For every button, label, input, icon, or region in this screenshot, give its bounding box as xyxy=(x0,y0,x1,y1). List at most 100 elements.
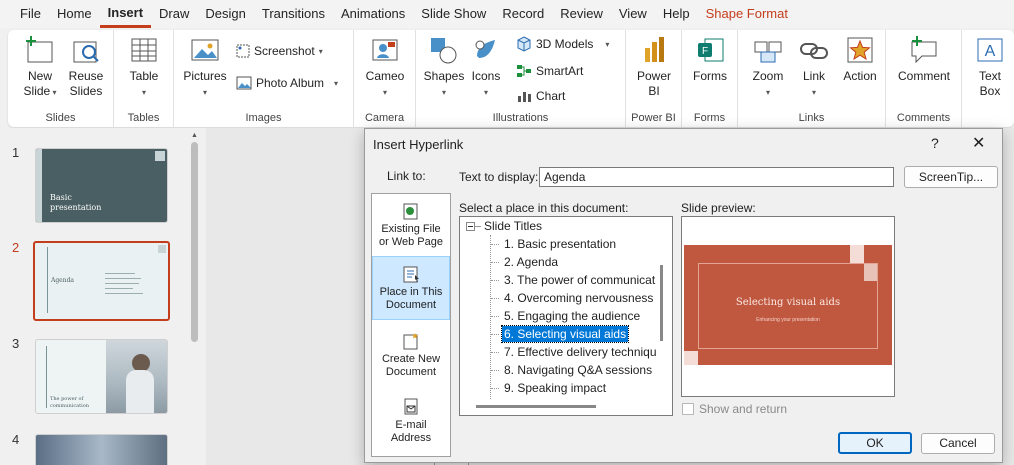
shapes-button[interactable]: Shapes ▾ xyxy=(422,34,466,100)
smartart-button[interactable]: SmartArt xyxy=(516,63,583,79)
forms-button[interactable]: F Forms xyxy=(688,34,732,84)
reuse-slides-button[interactable]: Reuse Slides xyxy=(64,34,108,99)
thumbnail-scrollbar[interactable]: ▲ xyxy=(191,132,198,465)
photo-album-button[interactable]: Photo Album ▾ xyxy=(236,76,338,90)
text-box-button[interactable]: A Text Box xyxy=(968,34,1012,99)
slide-thumbnail-pane: 1 Basic presentation 2 Agenda 3 The powe… xyxy=(0,128,206,465)
text-to-display-input[interactable]: Agenda xyxy=(539,167,894,187)
link-to-label: Link to: xyxy=(387,169,426,183)
tree-hscrollbar-thumb[interactable] xyxy=(476,405,596,408)
power-bi-button[interactable]: Power BI xyxy=(632,34,676,99)
slide-thumbnail-1[interactable]: Basic presentation xyxy=(35,148,168,223)
menu-insert[interactable]: Insert xyxy=(99,0,152,28)
icons-icon xyxy=(475,40,495,58)
menu-home[interactable]: Home xyxy=(49,0,100,28)
tree-scrollbar-thumb[interactable] xyxy=(660,265,663,341)
ribbon: New Slide ▾ Reuse Slides Slides Table ▾ T… xyxy=(8,30,1014,127)
link-email-address[interactable]: E-mail Address xyxy=(372,398,450,452)
thumb-3-photo xyxy=(106,340,167,413)
menu-design[interactable]: Design xyxy=(197,0,253,28)
tree-slide-item[interactable]: 2. Agenda xyxy=(502,254,560,270)
screenshot-icon xyxy=(236,44,250,58)
thumb-number-2: 2 xyxy=(12,240,20,255)
menu-view[interactable]: View xyxy=(611,0,655,28)
pictures-button[interactable]: Pictures ▾ xyxy=(180,34,230,100)
menu-shape-format[interactable]: Shape Format xyxy=(698,0,796,28)
menu-animations[interactable]: Animations xyxy=(333,0,413,28)
group-label-tables: Tables xyxy=(127,112,160,124)
slide-thumbnail-2[interactable]: Agenda xyxy=(33,241,170,321)
photo-album-icon xyxy=(236,76,252,90)
zoom-button[interactable]: Zoom ▾ xyxy=(746,34,790,100)
cameo-button[interactable]: Cameo ▾ xyxy=(362,34,408,100)
tree-slide-item[interactable]: 4. Overcoming nervousness xyxy=(502,290,655,306)
tree-slide-item[interactable]: 5. Engaging the audience xyxy=(502,308,642,324)
show-and-return-checkbox[interactable] xyxy=(682,403,694,415)
link-existing-file[interactable]: Existing File or Web Page xyxy=(372,202,450,256)
text-to-display-label: Text to display: xyxy=(459,170,539,184)
tree-connector xyxy=(491,244,499,245)
action-button[interactable]: Action xyxy=(838,34,882,84)
menu-transitions[interactable]: Transitions xyxy=(254,0,333,28)
menu-review[interactable]: Review xyxy=(552,0,611,28)
select-place-label: Select a place in this document: xyxy=(459,201,629,215)
icons-button[interactable]: Icons ▾ xyxy=(466,34,506,100)
comment-button[interactable]: Comment xyxy=(892,34,956,84)
action-icon xyxy=(847,37,873,63)
link-to-panel: Existing File or Web Page Place in This … xyxy=(371,193,451,457)
tree-slide-item[interactable]: 9. Speaking impact xyxy=(502,380,608,396)
thumb-number-1: 1 xyxy=(12,145,20,160)
new-slide-button[interactable]: New Slide ▾ xyxy=(18,34,62,100)
menu-slide-show[interactable]: Slide Show xyxy=(413,0,494,28)
tree-slide-item[interactable]: 8. Navigating Q&A sessions xyxy=(502,362,654,378)
link-button[interactable]: Link ▾ xyxy=(792,34,836,100)
group-tables: Table ▾ Tables xyxy=(114,30,174,127)
tree-slide-item[interactable]: 7. Effective delivery techniqu xyxy=(502,344,659,360)
close-button[interactable]: ✕ xyxy=(972,133,985,153)
menu-draw[interactable]: Draw xyxy=(151,0,197,28)
menu-file[interactable]: File xyxy=(12,0,49,28)
group-illustrations: Shapes ▾ Icons ▾ 3D Models ▾ SmartArt Chart… xyxy=(416,30,626,127)
preview-subtitle: Enhancing your presentation xyxy=(756,317,820,323)
link-create-new-document[interactable]: Create New Document xyxy=(372,332,450,386)
group-forms: F Forms Forms xyxy=(682,30,738,127)
cameo-icon xyxy=(372,39,398,61)
link-icon xyxy=(800,43,828,59)
tree-slide-item[interactable]: 6. Selecting visual aids xyxy=(500,325,630,343)
thumbnail-scrollbar-thumb[interactable] xyxy=(191,142,198,342)
screentip-button[interactable]: ScreenTip... xyxy=(904,166,998,188)
slide-thumbnail-3[interactable]: The power of communication xyxy=(35,339,168,414)
reuse-slides-icon xyxy=(73,41,99,63)
cancel-button[interactable]: Cancel xyxy=(921,433,995,454)
menu-record[interactable]: Record xyxy=(494,0,552,28)
svg-text:A: A xyxy=(985,43,996,60)
chart-button[interactable]: Chart xyxy=(516,88,565,104)
tree-slide-titles[interactable]: Slide Titles xyxy=(482,218,544,234)
group-label-images: Images xyxy=(245,112,282,124)
tree-slide-item[interactable]: 1. Basic presentation xyxy=(502,236,618,252)
shapes-icon xyxy=(431,38,457,64)
document-places-tree[interactable]: Slide Titles 1. Basic presentation 2. Age… xyxy=(459,216,673,416)
cube-icon xyxy=(517,36,531,52)
menu-bar: File Home Insert Draw Design Transitions… xyxy=(0,0,1014,28)
comment-icon xyxy=(911,36,937,64)
thumb-3-title-line-2: communication xyxy=(50,403,89,409)
tree-connector xyxy=(491,316,499,317)
preview-title: Selecting visual aids xyxy=(735,297,841,308)
help-button[interactable]: ? xyxy=(931,135,939,151)
3d-models-button[interactable]: 3D Models ▾ xyxy=(516,36,609,52)
group-label-slides: Slides xyxy=(45,112,76,124)
tree-connector xyxy=(491,280,499,281)
tree-connector xyxy=(491,370,499,371)
group-links: Zoom ▾ Link ▾ Action Links xyxy=(738,30,886,127)
tree-slide-item[interactable]: 3. The power of communicat xyxy=(502,272,657,288)
table-button[interactable]: Table ▾ xyxy=(122,34,166,100)
group-camera: Cameo ▾ Camera xyxy=(354,30,416,127)
screenshot-button[interactable]: Screenshot ▾ xyxy=(236,44,323,58)
chart-icon xyxy=(518,92,531,102)
menu-help[interactable]: Help xyxy=(655,0,698,28)
collapse-icon[interactable] xyxy=(466,222,475,231)
link-place-in-document[interactable]: Place in This Document xyxy=(372,256,450,320)
ok-button[interactable]: OK xyxy=(838,432,912,454)
slide-thumbnail-4[interactable] xyxy=(35,434,168,465)
